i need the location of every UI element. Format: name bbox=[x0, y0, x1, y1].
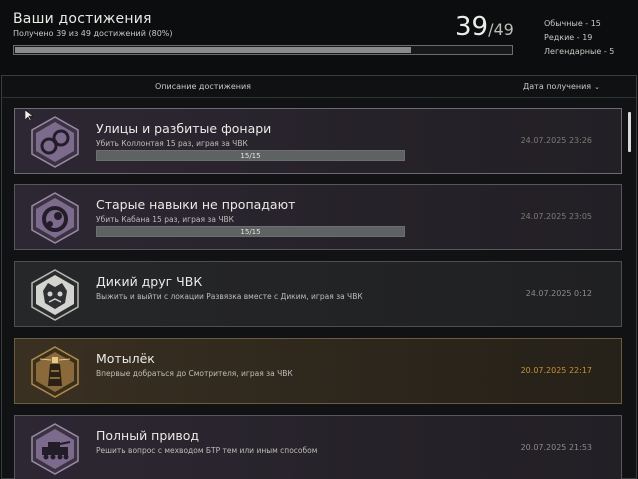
achievement-counter: 39/49 bbox=[455, 12, 514, 42]
column-date-sort[interactable]: Дата получения ⌄ bbox=[523, 82, 600, 91]
handcuffs-icon bbox=[31, 116, 79, 168]
rarity-rare-count: Редкие - 19 bbox=[544, 33, 593, 42]
rarity-legendary-count: Легендарные - 5 bbox=[544, 47, 615, 56]
achievement-progress-bar: 15/15 bbox=[96, 226, 405, 237]
achievement-name: Мотылёк bbox=[96, 351, 155, 366]
achievements-summary: Получено 39 из 49 достижений (80%) bbox=[13, 29, 173, 38]
achievement-date: 24.07.2025 0:12 bbox=[525, 289, 592, 298]
chevron-down-icon: ⌄ bbox=[594, 83, 600, 91]
wild-face-icon bbox=[31, 269, 79, 321]
achievement-name: Старые навыки не пропадают bbox=[96, 197, 296, 212]
page-title: Ваши достижения bbox=[13, 11, 152, 27]
achievement-total: /49 bbox=[488, 20, 514, 39]
achievement-row[interactable]: Улицы и разбитые фонари Убить Коллонтая … bbox=[14, 108, 622, 174]
achievement-description: Убить Кабана 15 раз, играя за ЧВК bbox=[96, 215, 234, 224]
achievement-name: Дикий друг ЧВК bbox=[96, 274, 203, 289]
achievements-table: Описание достижения Дата получения ⌄ Улиц… bbox=[1, 75, 637, 479]
achievement-date: 20.07.2025 21:53 bbox=[520, 443, 592, 452]
overall-progress-fill bbox=[15, 47, 412, 53]
achievement-name: Улицы и разбитые фонари bbox=[96, 121, 272, 136]
overall-progress-bar bbox=[13, 45, 513, 55]
achievement-count: 39 bbox=[455, 12, 489, 42]
achievement-row[interactable]: Дикий друг ЧВК Выжить и выйти с локации … bbox=[14, 261, 622, 327]
achievement-row[interactable]: Мотылёк Впервые добраться до Смотрителя,… bbox=[14, 338, 622, 404]
brass-knuckles-icon bbox=[31, 192, 79, 244]
achievement-date: 24.07.2025 23:26 bbox=[520, 136, 592, 145]
rarity-common-count: Обычные - 15 bbox=[544, 19, 601, 28]
achievement-row[interactable]: Полный привод Решить вопрос с мехводом Б… bbox=[14, 415, 622, 479]
armored-vehicle-icon bbox=[31, 423, 79, 475]
achievement-description: Выжить и выйти с локации Развязка вместе… bbox=[96, 292, 363, 301]
achievement-row[interactable]: Старые навыки не пропадают Убить Кабана … bbox=[14, 184, 622, 250]
lighthouse-icon bbox=[31, 346, 79, 398]
scrollbar-thumb[interactable] bbox=[628, 112, 631, 152]
achievements-header: Ваши достижения Получено 39 из 49 достиж… bbox=[0, 0, 638, 74]
achievement-progress-text: 15/15 bbox=[240, 152, 261, 160]
mouse-cursor-icon bbox=[25, 110, 33, 122]
achievement-description: Убить Коллонтая 15 раз, играя за ЧВК bbox=[96, 139, 248, 148]
achievement-date: 20.07.2025 22:17 bbox=[520, 366, 592, 375]
achievement-date: 24.07.2025 23:05 bbox=[520, 212, 592, 221]
achievement-description: Впервые добраться до Смотрителя, играя з… bbox=[96, 369, 293, 378]
achievement-progress-bar: 15/15 bbox=[96, 150, 405, 161]
achievement-name: Полный привод bbox=[96, 428, 200, 443]
column-description[interactable]: Описание достижения bbox=[155, 82, 251, 91]
achievement-description: Решить вопрос с мехводом БТР тем или ины… bbox=[96, 446, 318, 455]
table-header: Описание достижения Дата получения ⌄ bbox=[2, 76, 636, 98]
achievement-progress-text: 15/15 bbox=[240, 228, 261, 236]
column-date-label: Дата получения bbox=[523, 82, 592, 91]
